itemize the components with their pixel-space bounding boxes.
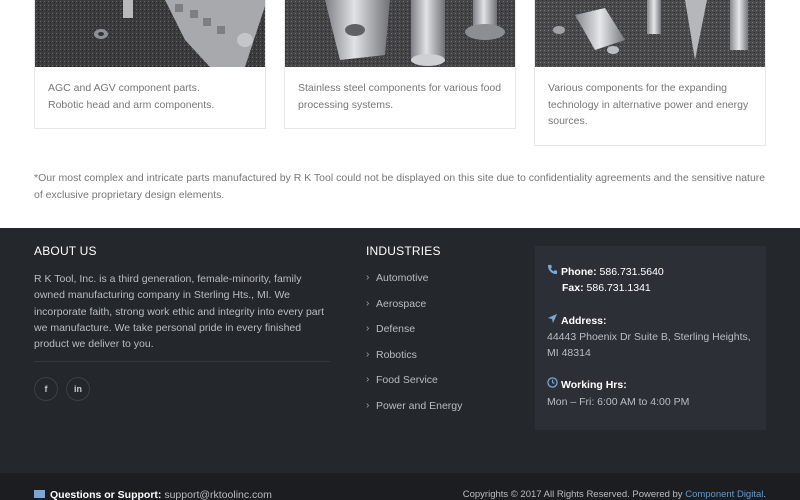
- caption-line: Various components for the expanding: [548, 82, 728, 94]
- chevron-right-icon: ›: [366, 399, 370, 411]
- industry-link-food-service[interactable]: › Food Service: [366, 373, 516, 399]
- address-line: 44443 Phoenix Dr Suite B, Sterling Heigh…: [547, 330, 751, 343]
- phone-block: Phone: 586.731.5640 Fax: 586.731.1341: [547, 264, 754, 297]
- caption-line: AGC and AGV component parts.: [48, 82, 200, 94]
- confidentiality-note: *Our most complex and intricate parts ma…: [34, 172, 766, 201]
- product-caption-power-energy: Various components for the expanding tec…: [535, 67, 765, 144]
- contact-info-box: Phone: 586.731.5640 Fax: 586.731.1341 Ad…: [535, 246, 766, 430]
- about-us-section: ABOUT US R K Tool, Inc. is a third gener…: [34, 244, 330, 402]
- product-photo-food-processing: [285, 0, 515, 67]
- chevron-right-icon: ›: [366, 348, 370, 360]
- product-caption-robotics: AGC and AGV component parts. Robotic hea…: [35, 67, 265, 127]
- hours-block: Working Hrs: Mon – Fri: 6:00 AM to 4:00 …: [547, 377, 754, 410]
- caption-line: Robotic head and arm components.: [48, 98, 215, 111]
- industry-label: Power and Energy: [376, 399, 463, 412]
- product-photo-robotics: [35, 0, 265, 67]
- about-us-text: R K Tool, Inc. is a third generation, fe…: [34, 273, 325, 351]
- industry-label: Food Service: [376, 374, 438, 387]
- product-photo-power-energy: [535, 0, 765, 67]
- clock-icon: [547, 377, 561, 393]
- fax-label: Fax:: [562, 282, 584, 295]
- fax-number: 586.731.1341: [586, 282, 651, 295]
- address-line: MI 48314: [547, 347, 591, 360]
- phone-label: Phone:: [561, 266, 597, 278]
- phone-icon: [547, 264, 561, 280]
- hours-text: Mon – Fri: 6:00 AM to 4:00 PM: [547, 395, 690, 408]
- about-divider: [34, 361, 330, 363]
- hours-label: Working Hrs:: [561, 379, 627, 392]
- product-card-robotics: AGC and AGV component parts. Robotic hea…: [34, 0, 266, 129]
- bottom-bar: Questions or Support: support@rktoolinc.…: [0, 473, 800, 500]
- industry-link-power-energy[interactable]: › Power and Energy: [366, 399, 516, 425]
- caption-line: Stainless steel components for various f…: [298, 82, 502, 94]
- powered-by-link[interactable]: Component Digital: [685, 489, 763, 500]
- address-block: Address: 44443 Phoenix Dr Suite B, Sterl…: [547, 313, 754, 362]
- chevron-right-icon: ›: [366, 323, 370, 335]
- industry-link-defense[interactable]: › Defense: [366, 322, 516, 348]
- support-line: Questions or Support: support@rktoolinc.…: [34, 489, 272, 500]
- envelope-icon: [34, 490, 45, 498]
- product-card-food-processing: Stainless steel components for various f…: [284, 0, 516, 129]
- support-email-link[interactable]: support@rktoolinc.com: [164, 489, 272, 500]
- about-us-heading: ABOUT US: [34, 244, 97, 258]
- copyright-trailing: .: [763, 489, 766, 500]
- caption-line: sources.: [548, 115, 588, 127]
- social-links: f in: [34, 377, 330, 402]
- industry-link-aerospace[interactable]: › Aerospace: [366, 297, 516, 323]
- support-label: Questions or Support:: [50, 489, 162, 500]
- industries-heading: INDUSTRIES: [366, 244, 441, 258]
- facebook-icon[interactable]: f: [34, 377, 58, 402]
- industries-section: INDUSTRIES › Automotive › Aerospace › Defen…: [366, 244, 516, 425]
- industry-label: Aerospace: [376, 297, 427, 310]
- industry-label: Defense: [376, 323, 416, 336]
- industry-link-robotics[interactable]: › Robotics: [366, 348, 516, 374]
- site-footer: ABOUT US R K Tool, Inc. is a third gener…: [0, 228, 800, 473]
- product-cards: AGC and AGV component parts. Robotic hea…: [34, 0, 766, 146]
- phone-link[interactable]: 586.731.5640: [600, 266, 664, 278]
- location-arrow-icon: [547, 313, 561, 329]
- linkedin-icon[interactable]: in: [66, 377, 90, 402]
- copyright-text: Copyrights © 2017 All Rights Reserved. P…: [462, 489, 683, 500]
- caption-line: processing systems.: [298, 98, 394, 111]
- address-label: Address:: [561, 314, 607, 327]
- industry-link-automotive[interactable]: › Automotive: [366, 271, 516, 297]
- chevron-right-icon: ›: [366, 272, 370, 283]
- chevron-right-icon: ›: [366, 374, 370, 386]
- industry-label: Automotive: [376, 272, 429, 284]
- industries-list: › Automotive › Aerospace › Defense › Robotic…: [366, 271, 516, 425]
- copyright: Copyrights © 2017 All Rights Reserved. P…: [463, 489, 766, 500]
- product-card-power-energy: Various components for the expanding tec…: [534, 0, 766, 146]
- caption-line: technology in alternative power and ener…: [548, 98, 749, 111]
- chevron-right-icon: ›: [366, 297, 370, 309]
- industry-label: Robotics: [376, 348, 417, 361]
- product-caption-food-processing: Stainless steel components for various f…: [285, 67, 515, 127]
